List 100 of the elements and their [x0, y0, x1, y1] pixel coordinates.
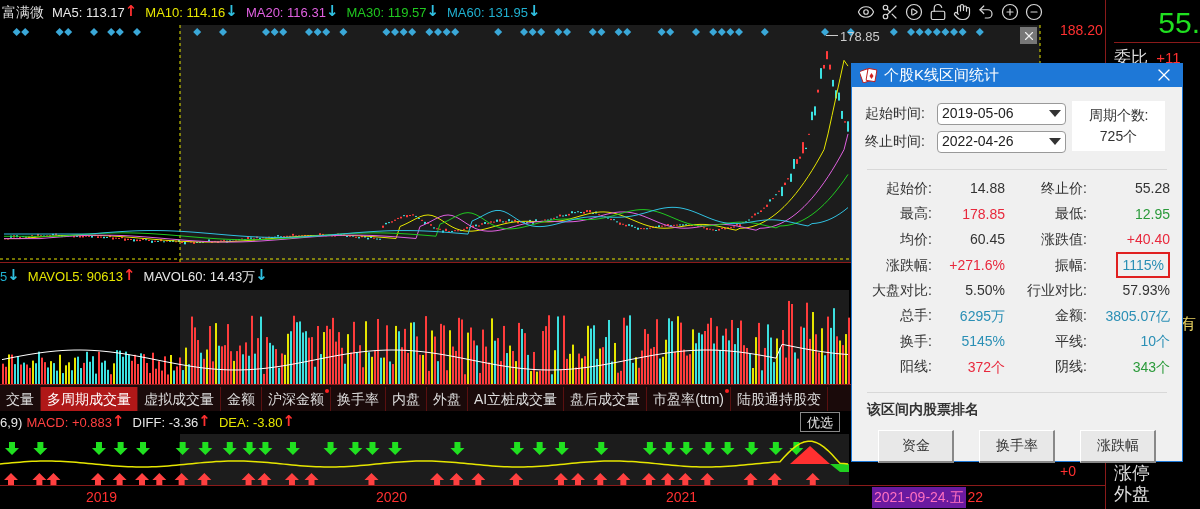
trend-arrow: ↓: [325, 2, 339, 22]
axis-label: 188.20: [1060, 22, 1103, 38]
play-icon[interactable]: [905, 3, 923, 22]
trend-arrow: ↓: [7, 266, 20, 286]
indicator-tab[interactable]: 市盈率(ttm): [647, 387, 731, 411]
legend-value: DEA: -3.80: [218, 413, 283, 432]
legend-value: MAVOL60: 14.43万: [143, 267, 256, 286]
axis-label: 2020: [376, 488, 409, 507]
axis-label: 22: [967, 488, 984, 507]
field-label: 起始时间:: [865, 104, 926, 123]
indicator-tab[interactable]: 换手率: [331, 387, 386, 411]
stat-value: 10个: [1140, 332, 1170, 352]
indicator-tab[interactable]: 多周期成交量: [41, 387, 138, 411]
legend-value: MA10: 114.16: [145, 3, 226, 22]
indicator-tab[interactable]: 虚拟成交量: [138, 387, 221, 411]
undo-icon[interactable]: [977, 3, 995, 22]
indicator-tab[interactable]: 盘后成交量: [564, 387, 648, 411]
legend-value: MA5: 113.17: [52, 3, 125, 22]
legend-value: MACD: +0.883: [26, 413, 113, 432]
trend-arrow: ↑: [112, 412, 125, 432]
stat-label: 均价:: [899, 229, 932, 249]
date-select[interactable]: 2019-05-06: [937, 102, 1066, 125]
section-title: 该区间内股票排名: [866, 399, 980, 419]
indicator-tab[interactable]: AI立桩成交量: [468, 387, 565, 411]
leader-line: [826, 35, 838, 36]
cards-icon: [860, 67, 878, 84]
scissors-icon[interactable]: [881, 3, 899, 22]
stat-value: 1115%: [1116, 252, 1170, 278]
stat-label: 行业对比:: [1026, 280, 1087, 300]
stat-value: 14.88: [969, 179, 1005, 199]
stat-label: 阴线:: [1054, 357, 1087, 377]
stat-label: 大盘对比:: [871, 280, 932, 300]
caret-icon: [1049, 138, 1061, 145]
axis-label: 2021: [666, 488, 699, 507]
trend-arrow: ↑: [124, 2, 138, 22]
rank-button[interactable]: 换手率: [979, 429, 1055, 463]
hand-icon[interactable]: [953, 3, 971, 22]
stat-label: 总手:: [899, 306, 932, 326]
close-chart-button[interactable]: [1020, 27, 1037, 44]
stat-value: 178.85: [962, 204, 1005, 224]
stat-label: 最高:: [899, 204, 932, 224]
stat-value: 55.28: [1134, 179, 1170, 199]
date-select[interactable]: 2022-04-26: [937, 130, 1066, 153]
legend-value: 5: [0, 267, 8, 286]
trend-arrow: ↓: [225, 2, 238, 22]
period-count-value: 725个: [1099, 126, 1138, 146]
quote-label: 涨停: [1114, 462, 1152, 484]
quote-label: 外盘: [1114, 483, 1152, 505]
period-count-label: 周期个数:: [1088, 105, 1149, 125]
stat-label: 涨跌幅:: [885, 255, 932, 275]
caret-icon: [1049, 110, 1061, 117]
indicator-tab[interactable]: 陆股通持股变: [731, 387, 828, 411]
stat-value: 5145%: [961, 332, 1005, 352]
unlock-icon[interactable]: [929, 3, 947, 22]
stock-name: 富满微: [2, 2, 44, 22]
stat-label: 振幅:: [1054, 255, 1087, 275]
preset-button[interactable]: 优选: [800, 412, 841, 433]
legend-value: MA30: 119.57: [346, 3, 427, 22]
stat-label: 终止价:: [1040, 178, 1087, 198]
trend-arrow: ↓: [426, 2, 440, 22]
axis-label: +0: [1060, 462, 1076, 481]
trend-arrow: ↑: [282, 412, 296, 432]
stat-value: 3805.07亿: [1105, 306, 1170, 326]
current-price: 55.: [1158, 6, 1200, 40]
stat-value: 6295万: [959, 306, 1005, 326]
macd-params: 6,9): [0, 413, 23, 432]
stat-value: 12.95: [1134, 204, 1170, 224]
legend-value: MA20: 116.31: [245, 3, 326, 22]
stat-value: +40.40: [1126, 230, 1170, 250]
zoom-in-icon[interactable]: [1001, 3, 1019, 22]
indicator-tab[interactable]: 沪深金额: [262, 387, 331, 411]
stat-label: 平线:: [1054, 331, 1087, 351]
trend-arrow: ↑: [123, 266, 136, 286]
dialog-title: 个股K线区间统计: [884, 65, 1000, 85]
stat-value: +271.6%: [949, 256, 1005, 275]
stat-label: 换手:: [899, 331, 932, 351]
trend-arrow: ↑: [198, 412, 211, 432]
legend-value: MA60: 131.95: [447, 3, 528, 22]
stat-label: 金额:: [1054, 306, 1087, 326]
cursor-date-label: 2021-09-24.五: [872, 487, 966, 508]
stat-label: 最低:: [1054, 204, 1087, 224]
stat-value: 60.45: [969, 230, 1005, 250]
field-label: 终止时间:: [865, 132, 926, 151]
peak-price-label: 178.85: [840, 28, 880, 46]
stat-value: 343个: [1132, 357, 1170, 377]
stat-value: 5.50%: [965, 281, 1005, 301]
legend-value: MAVOL5: 90613: [27, 267, 123, 286]
zoom-out-icon[interactable]: [1025, 3, 1043, 22]
ratio-value: +11: [1156, 47, 1181, 68]
indicator-tab[interactable]: 内盘: [386, 387, 427, 411]
stat-label: 涨跌值:: [1040, 229, 1087, 249]
rank-button[interactable]: 资金: [878, 429, 954, 463]
indicator-tab[interactable]: 金额: [221, 387, 262, 411]
axis-label: 2019: [86, 488, 119, 507]
trend-arrow: ↓: [255, 266, 268, 286]
stat-value: 372个: [967, 357, 1005, 377]
rank-button[interactable]: 涨跌幅: [1080, 429, 1156, 463]
trend-arrow: ↓: [528, 2, 541, 22]
indicator-tab[interactable]: 外盘: [427, 387, 468, 411]
legend-value: DIFF: -3.36: [132, 413, 199, 432]
